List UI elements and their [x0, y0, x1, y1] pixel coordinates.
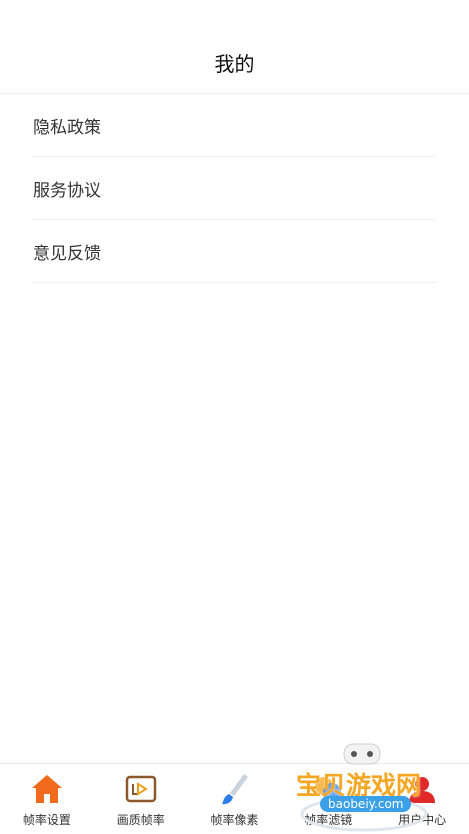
menu-item-privacy-policy[interactable]: 隐私政策: [33, 94, 436, 157]
user-icon: [405, 772, 439, 806]
home-icon: [30, 772, 64, 806]
tab-user-center[interactable]: 用户中心: [375, 764, 469, 834]
settings-menu: 隐私政策 服务协议 意见反馈: [33, 94, 436, 283]
tab-frame-rate-settings[interactable]: 帧率设置: [0, 764, 94, 834]
tab-frame-rate-pixels[interactable]: 帧率像素: [188, 764, 282, 834]
tab-label: 用户中心: [398, 813, 447, 827]
top-header: 我的: [0, 0, 469, 94]
filter-icon: [311, 772, 345, 806]
tab-label: 画质帧率: [116, 813, 165, 827]
page-title: 我的: [214, 52, 255, 76]
menu-item-label: 隐私政策: [33, 117, 101, 138]
tab-label: 帧率滤镜: [304, 813, 353, 827]
menu-item-feedback[interactable]: 意见反馈: [33, 220, 436, 283]
menu-item-label: 服务协议: [33, 180, 101, 201]
tab-label: 帧率设置: [22, 813, 71, 827]
video-frame-icon: [124, 772, 158, 806]
menu-item-service-agreement[interactable]: 服务协议: [33, 157, 436, 220]
menu-item-label: 意见反馈: [33, 243, 101, 264]
bottom-tab-bar: 帧率设置 画质帧率 帧率像素 帧率滤镜 用户中心: [0, 763, 469, 834]
brush-icon: [217, 772, 251, 806]
tab-label: 帧率像素: [210, 813, 259, 827]
tab-frame-rate-filter[interactable]: 帧率滤镜: [281, 764, 375, 834]
tab-quality-frame-rate[interactable]: 画质帧率: [94, 764, 188, 834]
